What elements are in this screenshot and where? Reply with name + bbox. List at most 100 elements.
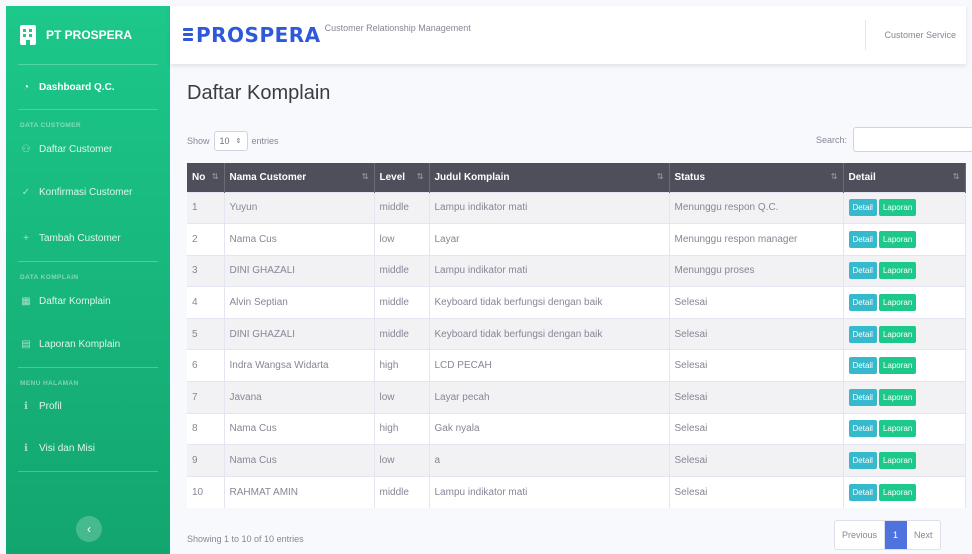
cell-nama-customer: RAHMAT AMIN: [224, 475, 375, 508]
info-icon: ℹ: [24, 400, 28, 412]
dashboard-icon: ◔: [22, 81, 30, 93]
sidebar-item-daftar-komplain[interactable]: ▦ Daftar Komplain: [6, 281, 170, 321]
detail-button[interactable]: Detail: [848, 325, 877, 343]
cell-detail: Detail Laporan: [843, 475, 966, 508]
laporan-button[interactable]: Laporan: [878, 325, 917, 343]
detail-button[interactable]: Detail: [848, 230, 877, 248]
table-row: 5 DINI GHAZALI middle Keyboard tidak berfun…: [187, 317, 966, 350]
sidebar-item-label: Daftar Komplain: [39, 295, 111, 307]
column-header[interactable]: Status ⇅: [669, 163, 844, 192]
brand-name: PT PROSPERA: [46, 28, 133, 42]
column-header[interactable]: Nama Customer ⇅: [224, 163, 375, 192]
cell-nama-customer: Indra Wangsa Widarta: [224, 349, 375, 382]
table-row: 3 DINI GHAZALI middle Lampu indikator mati M…: [187, 254, 966, 287]
table-row: 10 RAHMAT AMIN middle Lampu indikator mati S…: [187, 475, 966, 508]
detail-button[interactable]: Detail: [848, 452, 877, 470]
laporan-button[interactable]: Laporan: [878, 294, 917, 312]
cell-level: middle: [374, 254, 430, 287]
sidebar-divider: [18, 471, 158, 472]
sidebar-item-dashboard[interactable]: ◔ Dashboard Q.C.: [6, 65, 170, 109]
table-header-row: No ⇅ Nama Customer ⇅ Level ⇅ Judul Komplain…: [187, 163, 966, 192]
search-input[interactable]: [853, 127, 972, 152]
laporan-button[interactable]: Laporan: [878, 357, 917, 375]
detail-button[interactable]: Detail: [848, 199, 877, 217]
cell-detail: Detail Laporan: [843, 223, 966, 256]
laporan-button[interactable]: Laporan: [878, 388, 917, 406]
sidebar-brand[interactable]: PT PROSPERA: [6, 6, 170, 64]
app-subtitle: Customer Relationship Management: [324, 23, 471, 33]
sidebar-item-daftar-customer[interactable]: ⚇ Daftar Customer: [6, 129, 170, 169]
detail-button[interactable]: Detail: [848, 262, 877, 280]
cell-status: Selesai: [669, 475, 844, 508]
cell-judul-komplain: LCD PECAH: [429, 349, 670, 382]
cell-no: 4: [187, 286, 225, 319]
laporan-button[interactable]: Laporan: [878, 420, 917, 438]
cell-no: 7: [187, 381, 225, 414]
table-info: Showing 1 to 10 of 10 entries: [187, 534, 304, 544]
cell-detail: Detail Laporan: [843, 317, 966, 350]
cell-status: Selesai: [669, 317, 844, 350]
column-header[interactable]: No ⇅: [187, 163, 225, 192]
length-control: Show 10 ⇕ entries: [187, 131, 279, 151]
cell-judul-komplain: Gak nyala: [429, 412, 670, 445]
laporan-button[interactable]: Laporan: [878, 262, 917, 280]
page-1-button[interactable]: 1: [885, 521, 908, 549]
sidebar-item-tambah-customer[interactable]: + Tambah Customer: [6, 215, 170, 261]
cell-judul-komplain: Keyboard tidak berfungsi dengan baik: [429, 286, 670, 319]
logo-text: PROSPERA: [196, 23, 321, 47]
cell-status: Menunggu respon Q.C.: [669, 191, 844, 224]
column-header-label: No: [192, 171, 206, 183]
entries-select[interactable]: 10 ⇕: [213, 131, 248, 151]
cell-judul-komplain: Keyboard tidak berfungsi dengan baik: [429, 317, 670, 350]
laporan-button[interactable]: Laporan: [878, 452, 917, 470]
complaints-table: No ⇅ Nama Customer ⇅ Level ⇅ Judul Komplain…: [187, 163, 966, 508]
column-header[interactable]: Judul Komplain ⇅: [429, 163, 670, 192]
detail-button[interactable]: Detail: [848, 420, 877, 438]
sidebar-item-laporan-komplain[interactable]: ▤ Laporan Komplain: [6, 321, 170, 367]
detail-button[interactable]: Detail: [848, 388, 877, 406]
laporan-button[interactable]: Laporan: [878, 199, 917, 217]
info-icon: ℹ: [24, 442, 28, 454]
column-header-label: Status: [674, 171, 706, 183]
cell-detail: Detail Laporan: [843, 286, 966, 319]
laporan-button[interactable]: Laporan: [878, 483, 917, 501]
table-row: 1 Yuyun middle Lampu indikator mati Menunggu…: [187, 191, 966, 224]
cell-no: 3: [187, 254, 225, 287]
cell-nama-customer: Javana: [224, 381, 375, 414]
detail-button[interactable]: Detail: [848, 357, 877, 375]
cell-nama-customer: Nama Cus: [224, 444, 375, 477]
cell-nama-customer: DINI GHAZALI: [224, 254, 375, 287]
laporan-button[interactable]: Laporan: [878, 230, 917, 248]
detail-button[interactable]: Detail: [848, 483, 877, 501]
sidebar-item-konfirmasi-customer[interactable]: ✓ Konfirmasi Customer: [6, 169, 170, 215]
sidebar-item-label: Dashboard Q.C.: [39, 81, 115, 93]
cell-detail: Detail Laporan: [843, 444, 966, 477]
user-role-label: Customer Service: [884, 30, 956, 40]
next-page-button[interactable]: Next: [907, 521, 940, 549]
search-control: Search:: [816, 127, 972, 152]
user-menu[interactable]: Customer Service: [865, 20, 966, 50]
table-row: 6 Indra Wangsa Widarta high LCD PECAH Selesa…: [187, 349, 966, 382]
sidebar-item-label: Laporan Komplain: [39, 338, 121, 350]
column-header[interactable]: Detail ⇅: [843, 163, 966, 192]
detail-button[interactable]: Detail: [848, 294, 877, 312]
sort-icon: ⇅: [361, 172, 369, 181]
cell-judul-komplain: Lampu indikator mati: [429, 254, 670, 287]
building-icon: [20, 25, 36, 45]
sidebar-item-label: Tambah Customer: [39, 232, 121, 244]
cell-no: 5: [187, 317, 225, 350]
cell-judul-komplain: Lampu indikator mati: [429, 191, 670, 224]
chevron-left-icon: ‹: [87, 522, 91, 536]
previous-page-button[interactable]: Previous: [835, 521, 886, 549]
users-icon: ⚇: [21, 143, 31, 155]
cell-judul-komplain: Layar: [429, 223, 670, 256]
sort-icon: ⇅: [830, 172, 838, 181]
cell-detail: Detail Laporan: [843, 412, 966, 445]
sidebar-item-visi-misi[interactable]: ℹ Visi dan Misi: [6, 425, 170, 471]
sidebar-item-profil[interactable]: ℹ Profil: [6, 387, 170, 425]
sidebar-item-label: Konfirmasi Customer: [39, 186, 133, 198]
sidebar-toggle-button[interactable]: ‹: [76, 516, 102, 542]
column-header[interactable]: Level ⇅: [374, 163, 430, 192]
table-row: 2 Nama Cus low Layar Menunggu respon manager…: [187, 223, 966, 256]
cell-nama-customer: DINI GHAZALI: [224, 317, 375, 350]
